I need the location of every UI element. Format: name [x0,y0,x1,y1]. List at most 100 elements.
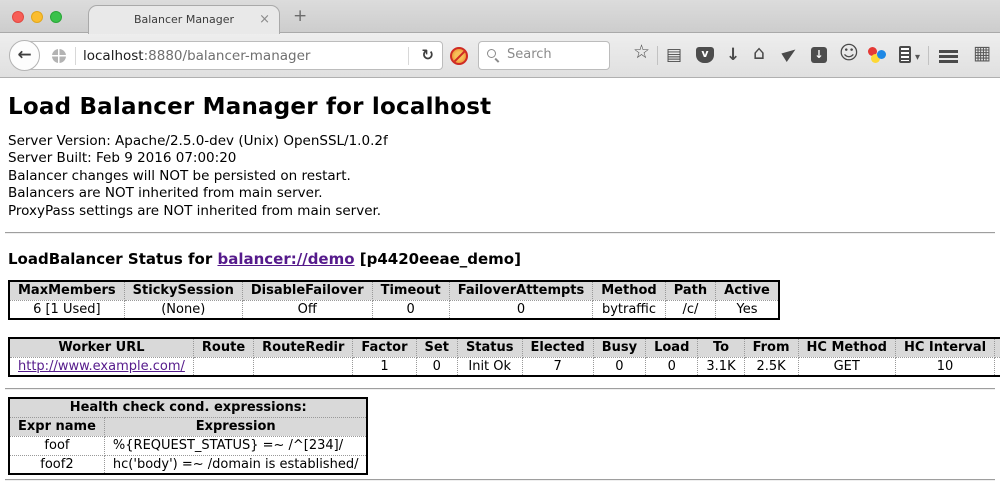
cell-busy: 0 [593,357,645,376]
container-icon[interactable] [899,46,911,63]
site-identity-globe-icon[interactable] [52,49,66,63]
col-passes: Passes [995,338,1000,357]
col-path: Path [665,281,715,300]
cell-hc-method: GET [798,357,895,376]
toolbar-divider [657,46,658,65]
cell-passes: 1 (0) [995,357,1000,376]
search-bar[interactable] [478,41,610,70]
col-failoverattempts: FailoverAttempts [449,281,593,300]
cell-set: 0 [416,357,457,376]
extension-colored-dots-icon[interactable] [868,46,888,64]
url-bar[interactable]: localhost:8880/balancer-manager ↻ [26,41,443,70]
cell-status: Init Ok [457,357,522,376]
tab-close-icon[interactable]: × [259,12,270,27]
col-factor: Factor [353,338,416,357]
feedback-smiley-icon[interactable]: ☺ [839,43,859,63]
section-divider [5,388,995,390]
col-route: Route [193,338,253,357]
col-load: Load [646,338,698,357]
col-busy: Busy [593,338,645,357]
info-line: Balancer changes will NOT be persisted o… [8,168,1000,185]
title-bar: Balancer Manager × + [0,0,1000,33]
col-set: Set [416,338,457,357]
close-window-button[interactable] [12,11,24,23]
worker-table: Worker URL Route RouteRedir Factor Set S… [8,337,1000,377]
reload-icon[interactable]: ↻ [421,46,434,64]
cell-load: 0 [646,357,698,376]
cell-worker-url: http://www.example.com/ [9,357,193,376]
search-icon [487,49,496,58]
col-worker-url: Worker URL [9,338,193,357]
page-content: Load Balancer Manager for localhost Serv… [0,94,1000,481]
balancer-link[interactable]: balancer://demo [217,250,354,268]
col-hc-interval: HC Interval [895,338,994,357]
tiles-grid-icon[interactable]: ▦ [973,43,991,63]
video-download-icon[interactable]: ↓ [811,47,827,63]
info-line: Balancers are NOT inherited from main se… [8,185,1000,202]
url-separator [408,47,409,65]
cell-routeredir [254,357,353,376]
reading-list-icon[interactable]: ▤ [666,45,682,65]
page-title: Load Balancer Manager for localhost [8,94,1000,120]
cell-timeout: 0 [372,300,449,319]
send-page-icon[interactable] [781,46,798,62]
tab-balancer-manager[interactable]: Balancer Manager × [88,5,280,34]
server-info: Server Version: Apache/2.5.0-dev (Unix) … [8,133,1000,220]
col-expr-name: Expr name [9,417,104,436]
status-prefix: LoadBalancer Status for [8,250,212,268]
minimize-window-button[interactable] [31,11,43,23]
balancer-status-heading: LoadBalancer Status for balancer://demo … [8,250,1000,268]
content-blocker-icon[interactable] [450,47,468,65]
downloads-icon[interactable]: ↓ [726,45,740,65]
cell-stickysession: (None) [124,300,242,319]
col-expression: Expression [104,417,367,436]
url-host: localhost [83,48,144,64]
col-method: Method [593,281,665,300]
cell-elected: 7 [522,357,593,376]
pocket-icon[interactable]: v [696,47,714,63]
navigation-toolbar: ← localhost:8880/balancer-manager ↻ ☆ ▤ … [0,33,1000,78]
home-icon[interactable]: ⌂ [753,43,765,63]
cell-expr-name: foof [9,436,104,455]
col-from: From [744,338,798,357]
menu-hamburger-icon[interactable] [939,50,958,53]
worker-row: http://www.example.com/ 1 0 Init Ok 7 0 … [9,357,1000,376]
table-row: 6 [1 Used] (None) Off 0 0 bytraffic /c/ … [9,300,779,319]
col-elected: Elected [522,338,593,357]
cell-to: 3.1K [698,357,744,376]
table-header-row: Worker URL Route RouteRedir Factor Set S… [9,338,1000,357]
server-built-line: Server Built: Feb 9 2016 07:00:20 [8,150,1000,167]
section-divider [5,232,995,234]
tab-title: Balancer Manager [89,13,279,26]
chevron-down-icon[interactable]: ▾ [915,48,920,68]
col-routeredir: RouteRedir [254,338,353,357]
worker-url-link[interactable]: http://www.example.com/ [18,359,185,374]
col-to: To [698,338,744,357]
search-input[interactable] [505,46,605,63]
url-text[interactable]: localhost:8880/balancer-manager [83,48,310,64]
cell-expression: %{REQUEST_STATUS} =~ /^[234]/ [104,436,367,455]
cell-route [193,357,253,376]
back-button[interactable]: ← [9,40,40,71]
bookmark-star-icon[interactable]: ☆ [633,42,650,62]
cell-from: 2.5K [744,357,798,376]
section-divider [5,479,995,481]
col-timeout: Timeout [372,281,449,300]
info-line: ProxyPass settings are NOT inherited fro… [8,203,1000,220]
url-path: :8880/balancer-manager [144,48,311,64]
toolbar-divider [928,46,929,65]
table-row: foof %{REQUEST_STATUS} =~ /^[234]/ [9,436,367,455]
status-suffix: [p4420eeae_demo] [360,250,521,268]
cell-method: bytraffic [593,300,665,319]
table-header-row: MaxMembers StickySession DisableFailover… [9,281,779,300]
new-tab-button[interactable]: + [293,6,307,26]
col-status: Status [457,338,522,357]
col-active: Active [716,281,779,300]
cell-disablefailover: Off [242,300,372,319]
zoom-window-button[interactable] [50,11,62,23]
cell-failoverattempts: 0 [449,300,593,319]
table-title-row: Health check cond. expressions: [9,398,367,417]
cell-expression: hc('body') =~ /domain is established/ [104,455,367,474]
url-separator [75,47,76,65]
table-header-row: Expr name Expression [9,417,367,436]
